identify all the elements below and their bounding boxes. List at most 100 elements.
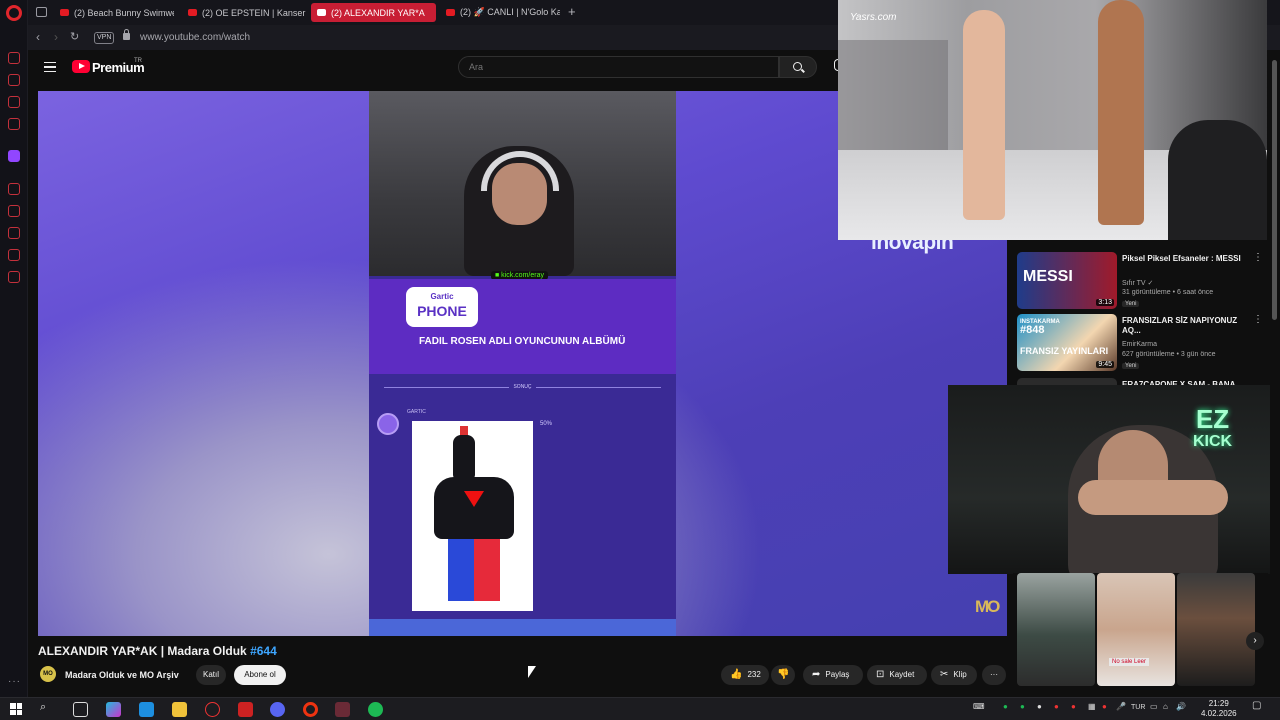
back-icon[interactable]: ‹ bbox=[36, 30, 40, 44]
short-thumbnail[interactable] bbox=[1177, 573, 1255, 686]
runway-model-2 bbox=[1098, 0, 1144, 225]
opera-active-icon[interactable] bbox=[335, 702, 350, 717]
reload-icon[interactable]: ↻ bbox=[70, 30, 79, 43]
bag-icon[interactable] bbox=[8, 74, 20, 86]
aria-icon[interactable] bbox=[8, 52, 20, 64]
tray-grid-icon[interactable]: ▦ bbox=[1088, 702, 1096, 711]
subscribe-button[interactable]: Abone ol bbox=[234, 665, 286, 685]
tray-app-icon[interactable]: ● bbox=[1020, 702, 1025, 711]
opera-gx-icon[interactable] bbox=[205, 702, 220, 717]
bookmarks-icon[interactable] bbox=[8, 205, 20, 217]
youtube-logo-icon[interactable] bbox=[72, 60, 90, 73]
pip-webcam-video[interactable]: EZ KICK bbox=[948, 385, 1280, 574]
gartic-drawing bbox=[412, 421, 533, 611]
stream-bottom-bar bbox=[369, 619, 676, 636]
url-field[interactable]: www.youtube.com/watch bbox=[140, 32, 250, 43]
instagram-icon[interactable] bbox=[8, 118, 20, 130]
like-button[interactable]: 👍 232 bbox=[721, 665, 769, 685]
save-button[interactable]: ⊡ Kaydet bbox=[867, 665, 927, 685]
notifications-icon[interactable]: ▢ bbox=[1252, 700, 1261, 711]
system-clock[interactable]: 21:29 4.02.2026 bbox=[1201, 699, 1237, 719]
rec-title[interactable]: FRANSIZLAR SİZ NAPIYONUZ AQ... bbox=[1122, 316, 1247, 336]
shorts-next-button[interactable]: › bbox=[1246, 632, 1264, 650]
shorts-row: No sale Leer bbox=[1013, 573, 1268, 686]
new-tab-button[interactable]: + bbox=[568, 4, 576, 19]
rec-menu-icon[interactable]: ⋮ bbox=[1253, 314, 1263, 325]
volume-icon[interactable]: 🔊 bbox=[1176, 702, 1186, 711]
short-thumbnail[interactable] bbox=[1017, 573, 1095, 686]
rec-thumbnail[interactable]: INSTAKARMA #848 FRANSIZ YAYINLARI 9:45 bbox=[1017, 314, 1117, 371]
app-icon[interactable] bbox=[238, 702, 253, 717]
tray-record-icon[interactable]: ● bbox=[1071, 702, 1076, 711]
search-input[interactable] bbox=[469, 62, 769, 72]
scroll-thumb[interactable] bbox=[1272, 60, 1277, 320]
windows-start-icon[interactable] bbox=[10, 703, 22, 715]
opera-icon[interactable] bbox=[303, 702, 318, 717]
discord-icon[interactable] bbox=[270, 702, 285, 717]
tab-beach-bunny[interactable]: (2) Beach Bunny Swimwe bbox=[54, 3, 174, 22]
lock-icon[interactable] bbox=[123, 29, 130, 40]
rec-item-fransizlar[interactable]: INSTAKARMA #848 FRANSIZ YAYINLARI 9:45 FR… bbox=[1017, 314, 1267, 374]
thumbs-up-icon: 👍 bbox=[730, 669, 743, 680]
tab-canli-ngolo[interactable]: (2) 🚀 CANLI | N'Golo Kan bbox=[440, 3, 560, 22]
language-indicator[interactable]: TUR bbox=[1131, 704, 1145, 711]
display-icon[interactable]: ▭ bbox=[1150, 702, 1158, 711]
microphone-tray-icon[interactable]: 🎤 bbox=[1116, 702, 1126, 711]
forward-icon[interactable]: › bbox=[54, 30, 58, 44]
dislike-button[interactable]: 👎 bbox=[771, 665, 795, 685]
network-icon[interactable]: ⌂ bbox=[1163, 702, 1168, 711]
gartic-caption: FADIL ROSEN ADLI OYUNCUNUN ALBÜMÜ bbox=[419, 336, 626, 347]
menu-icon[interactable] bbox=[44, 62, 56, 72]
gartic-header: Gartic PHONE FADIL ROSEN ADLI OYUNCUNUN … bbox=[369, 279, 676, 374]
rec-title[interactable]: Piksel Piksel Efsaneler : MESSI bbox=[1122, 254, 1247, 264]
search-icon[interactable]: ⌕ bbox=[40, 701, 46, 714]
task-view-icon[interactable] bbox=[73, 702, 88, 717]
file-explorer-icon[interactable] bbox=[172, 702, 187, 717]
vpn-badge[interactable]: VPN bbox=[94, 32, 115, 44]
share-button[interactable]: ➦ Paylaş bbox=[803, 665, 863, 685]
rec-channel[interactable]: EmirKarma bbox=[1122, 341, 1157, 348]
tray-discord-icon[interactable]: ● bbox=[1037, 702, 1042, 711]
hashtag-link[interactable]: #644 bbox=[250, 644, 277, 658]
tab-overview-icon[interactable] bbox=[36, 7, 47, 17]
tray-keyboard-icon[interactable]: ⌨ bbox=[973, 702, 985, 711]
pip-runway-video[interactable]: Yasrs.com bbox=[838, 0, 1267, 240]
rec-meta: 31 görüntüleme • 6 saat önce bbox=[1122, 289, 1214, 296]
short-thumbnail[interactable]: No sale Leer bbox=[1097, 573, 1175, 686]
clip-button[interactable]: ✂ Klip bbox=[931, 665, 977, 685]
rec-duration: 3:13 bbox=[1096, 299, 1114, 306]
stream-frame: ■ kick.com/eray Gartic PHONE FADIL ROSEN… bbox=[369, 91, 676, 636]
spotify-icon[interactable] bbox=[368, 702, 383, 717]
rec-item-messi[interactable]: MESSI 3:13 Piksel Piksel Efsaneler : MES… bbox=[1017, 252, 1267, 312]
rec-menu-icon[interactable]: ⋮ bbox=[1253, 252, 1263, 263]
tab-oe-epstein[interactable]: (2) OE EPSTEIN | Kanser bbox=[182, 3, 307, 22]
youtube-favicon-icon bbox=[60, 9, 69, 16]
channel-name[interactable]: Madara Olduk ve MO Arşiv bbox=[65, 670, 179, 680]
gartic-avatar bbox=[377, 413, 399, 435]
drawing-leg-red bbox=[474, 539, 500, 601]
youtube-favicon-icon bbox=[317, 9, 326, 16]
page-scrollbar[interactable] bbox=[1270, 50, 1280, 697]
tab-alexandir-active[interactable]: (2) ALEXANDIR YAR*A bbox=[311, 3, 436, 22]
search-button[interactable] bbox=[779, 56, 817, 78]
settings-icon[interactable] bbox=[8, 271, 20, 283]
tray-spotify-icon[interactable]: ● bbox=[1003, 702, 1008, 711]
sidebar-more-icon[interactable]: ··· bbox=[8, 676, 21, 687]
channel-avatar[interactable]: MO bbox=[40, 666, 56, 682]
twitch-icon[interactable] bbox=[8, 150, 20, 162]
join-button[interactable]: Katıl bbox=[196, 665, 226, 685]
copilot-icon[interactable] bbox=[106, 702, 121, 717]
player-icon[interactable] bbox=[8, 183, 20, 195]
rec-thumbnail[interactable]: MESSI 3:13 bbox=[1017, 252, 1117, 309]
tray-opera-icon[interactable]: ● bbox=[1054, 702, 1059, 711]
history-icon[interactable] bbox=[8, 227, 20, 239]
rec-channel[interactable]: Sıfır TV ✓ bbox=[1122, 279, 1153, 287]
edge-icon[interactable] bbox=[139, 702, 154, 717]
more-actions-button[interactable]: ··· bbox=[982, 665, 1006, 685]
tray-app2-icon[interactable]: ● bbox=[1102, 702, 1107, 711]
region-code: TR bbox=[134, 58, 142, 64]
gartic-percent: 50% bbox=[540, 421, 553, 427]
opera-logo-icon[interactable] bbox=[6, 5, 22, 21]
send-icon[interactable] bbox=[8, 249, 20, 261]
messenger-icon[interactable] bbox=[8, 96, 20, 108]
